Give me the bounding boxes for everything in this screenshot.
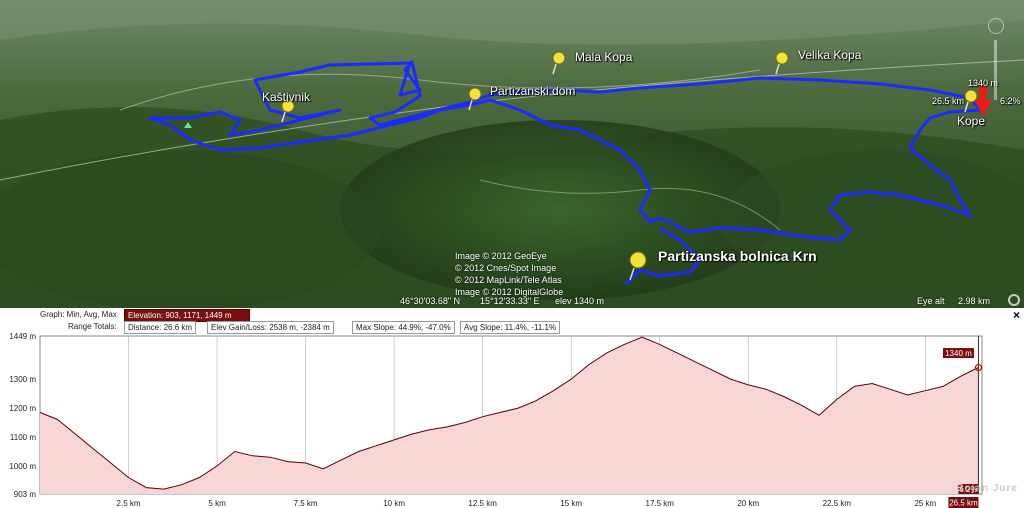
label-bolnica: Partizanska bolnica Krn: [658, 248, 817, 264]
loading-spinner-icon: [1008, 294, 1020, 306]
cursor-distance-label: 26.5 km: [949, 499, 978, 508]
graph-label: Graph: Min, Avg, Max: [40, 310, 117, 319]
y-tick-label: 1200 m: [9, 404, 36, 413]
x-tick-label: 2.5 km: [117, 499, 141, 508]
label-kope: Kope: [957, 114, 986, 128]
elevation-profile-panel: Graph: Min, Avg, Max Elevation: 903, 117…: [0, 308, 1024, 508]
navigation-controls[interactable]: [988, 18, 1004, 100]
cursor-distance: 26.5 km: [932, 96, 965, 106]
label-kastivnik: Kaštivnik: [262, 90, 311, 104]
status-longitude: 15°12'33.33" E: [480, 296, 540, 306]
cursor-value-label: 1340 m: [945, 349, 972, 358]
status-latitude: 46°30'03.68" N: [400, 296, 461, 306]
x-tick-label: 7.5 km: [294, 499, 318, 508]
y-tick-label: 1449 m: [9, 332, 36, 341]
x-tick-label: 5 km: [208, 499, 226, 508]
label-partizanski-dom: Partizanski dom: [490, 84, 576, 98]
label-mala-kopa: Mala Kopa: [575, 50, 633, 64]
y-tick-label: 1300 m: [9, 375, 36, 384]
status-elevation: elev 1340 m: [555, 296, 605, 306]
x-tick-label: 20 km: [737, 499, 759, 508]
credit-line: © 2012 Cnes/Spot Image: [455, 263, 557, 273]
imagery-credits: Image © 2012 GeoEye © 2012 Cnes/Spot Ima…: [455, 250, 563, 298]
x-tick-label: 22.5 km: [823, 499, 852, 508]
x-tick-label: 10 km: [383, 499, 405, 508]
x-tick-label: 15 km: [560, 499, 582, 508]
map-status-bar: 46°30'03.68" N 15°12'33.33" E elev 1340 …: [0, 296, 1024, 308]
zoom-slider[interactable]: [994, 40, 997, 100]
elevation-chart[interactable]: 2.5 km 5 km 7.5 km 10 km 12.5 km 15 km 17.5 km…: [0, 330, 1024, 508]
map-view[interactable]: Kaštivnik Mala Kopa Partizanski dom Veli…: [0, 0, 1024, 308]
y-tick-label: 1100 m: [10, 433, 36, 442]
credit-line: Image © 2012 GeoEye: [455, 251, 547, 261]
close-button[interactable]: ×: [1013, 308, 1020, 322]
y-tick-label: 1000 m: [9, 462, 36, 471]
look-ring-icon[interactable]: [988, 18, 1004, 34]
y-tick-label: 903 m: [14, 490, 37, 499]
author-watermark: Bojan Jure: [956, 483, 1018, 494]
label-velika-kopa: Velika Kopa: [798, 48, 862, 62]
x-tick-label: 17.5 km: [646, 499, 675, 508]
status-eye-label: Eye alt: [917, 296, 945, 306]
status-eye-value: 2.98 km: [958, 296, 991, 306]
x-tick-label: 12.5 km: [468, 499, 497, 508]
x-tick-label: 25 km: [914, 499, 936, 508]
credit-line: © 2012 MapLink/Tele Atlas: [455, 275, 562, 285]
